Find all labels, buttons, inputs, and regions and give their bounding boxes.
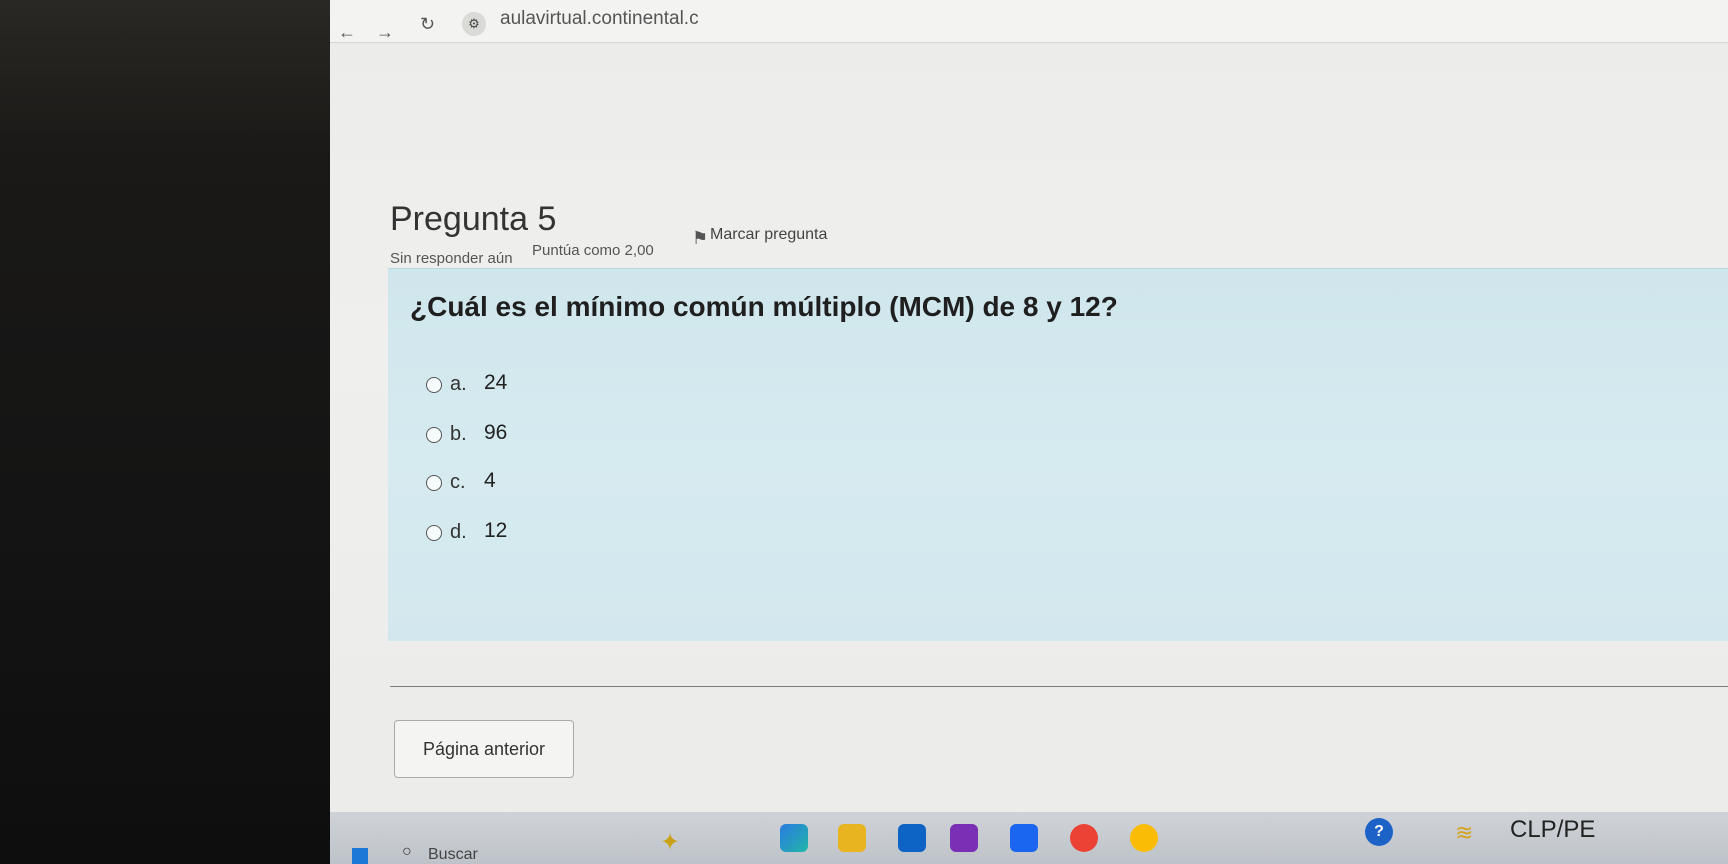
question-text: ¿Cuál es el mínimo común múltiplo (MCM) … [410, 291, 1118, 322]
currency-widget[interactable]: CLP/PE [1510, 816, 1595, 844]
back-arrow-icon[interactable]: ← [338, 22, 356, 43]
flag-question-link[interactable]: Marcar pregunta [710, 226, 827, 244]
reload-icon[interactable]: ↻ [420, 14, 435, 35]
windows-start-icon[interactable] [352, 848, 368, 864]
copilot-icon[interactable] [780, 824, 808, 852]
option-letter: d. [450, 521, 467, 543]
option-value: 96 [484, 421, 508, 444]
option-letter: a. [450, 373, 467, 395]
taskbar-search-label[interactable]: Buscar [428, 846, 478, 864]
section-divider [390, 686, 1728, 687]
flag-icon[interactable]: ⚑ [692, 228, 708, 249]
coins-icon: ≋ [1455, 820, 1474, 845]
radio-button-d[interactable] [426, 525, 442, 541]
chrome-profile-icon[interactable] [1130, 824, 1158, 852]
dropbox-icon[interactable] [1010, 824, 1038, 852]
chrome-icon[interactable] [1070, 824, 1098, 852]
browser-screen: ← → ↻ ⚙ aulavirtual.continental.c Pregun… [330, 0, 1728, 864]
help-icon[interactable]: ? [1365, 818, 1393, 846]
radio-button-b[interactable] [426, 427, 442, 443]
monitor-bezel [0, 0, 330, 864]
file-explorer-icon[interactable] [838, 824, 866, 852]
radio-button-a[interactable] [426, 377, 442, 393]
radio-button-c[interactable] [426, 475, 442, 491]
forward-arrow-icon[interactable]: → [376, 22, 394, 43]
option-value: 4 [484, 469, 496, 492]
mylap-icon[interactable] [950, 824, 978, 852]
outlook-icon[interactable] [898, 824, 926, 852]
site-settings-icon[interactable]: ⚙ [462, 12, 486, 36]
option-value: 12 [484, 519, 508, 542]
question-score: Puntúa como 2,00 [532, 242, 654, 259]
search-icon[interactable]: ○ [402, 843, 412, 861]
option-value: 24 [484, 371, 508, 394]
sparkle-icon[interactable]: ✦ [660, 828, 680, 857]
taskbar: ○ Buscar ✦ ? ≋ CLP/PE [330, 812, 1728, 864]
question-box: ¿Cuál es el mínimo común múltiplo (MCM) … [388, 268, 1728, 641]
option-letter: b. [450, 423, 467, 445]
address-bar[interactable]: aulavirtual.continental.c [500, 8, 760, 30]
previous-page-button[interactable]: Página anterior [394, 720, 574, 778]
question-status: Sin responder aún [390, 250, 513, 267]
browser-toolbar: ← → ↻ ⚙ aulavirtual.continental.c [330, 0, 1728, 43]
question-number: Pregunta 5 [390, 200, 557, 238]
option-letter: c. [450, 471, 466, 493]
